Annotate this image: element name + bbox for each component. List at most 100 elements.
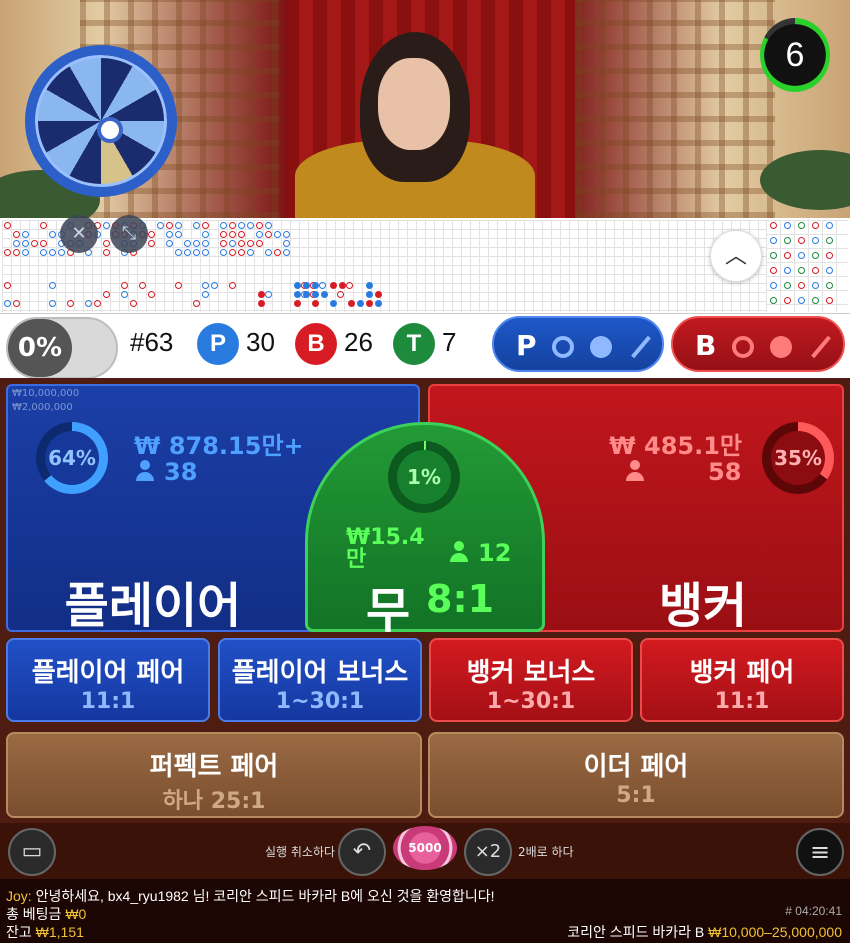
road-marker [784, 222, 791, 229]
road-marker [166, 222, 173, 229]
road-marker [826, 252, 833, 259]
collapse-road-icon[interactable]: ⤡ [110, 215, 148, 253]
road-marker [319, 282, 326, 289]
menu-icon[interactable]: ≡ [796, 828, 844, 876]
road-marker [265, 291, 272, 298]
road-marker [798, 237, 805, 244]
banker-pair-bet[interactable]: 뱅커 페어 11:1 [640, 638, 844, 722]
banker-predict-button[interactable]: B [671, 316, 845, 372]
either-pair-bet[interactable]: 이더 페어 5:1 [428, 732, 844, 818]
road-marker [166, 231, 173, 238]
road-marker [826, 282, 833, 289]
road-marker [238, 249, 245, 256]
road-marker [274, 231, 281, 238]
road-marker [784, 252, 791, 259]
perfect-pair-odds: 하나 25:1 [162, 789, 266, 814]
total-bet-value: ₩0 [65, 906, 87, 922]
road-marker [375, 291, 382, 298]
betting-table: ₩10,000,000 ₩2,000,000 64% ₩ 878.15만+ 38… [0, 378, 850, 823]
small-road-dot-icon [769, 336, 792, 358]
road-marker [826, 267, 833, 274]
road-marker [139, 282, 146, 289]
road-marker [265, 249, 272, 256]
big-road-circle-icon [552, 336, 575, 358]
road-marker [312, 300, 319, 307]
road-marker [121, 291, 128, 298]
round-number: #63 [130, 327, 174, 357]
tie-badge: T [393, 323, 435, 365]
road-marker [798, 282, 805, 289]
chip-value: 5000 [408, 841, 442, 855]
double-label: 2배로 하다 [518, 845, 574, 859]
chip-selector[interactable]: 5000 [393, 826, 457, 870]
road-marker [40, 249, 47, 256]
balance-value: ₩1,151 [35, 924, 84, 940]
road-marker [294, 291, 301, 298]
double-icon[interactable]: ×2 [464, 828, 512, 876]
road-marker [283, 240, 290, 247]
banker-pair-label: 뱅커 페어 [689, 658, 795, 688]
road-marker [202, 282, 209, 289]
road-marker [229, 240, 236, 247]
road-marker [798, 252, 805, 259]
road-marker [202, 291, 209, 298]
road-marker [184, 240, 191, 247]
expand-roadmap-button[interactable]: ︿ [710, 230, 762, 282]
chat-icon[interactable]: ▭ [8, 828, 56, 876]
road-marker [175, 231, 182, 238]
road-marker [22, 249, 29, 256]
road-marker [229, 231, 236, 238]
road-marker [58, 249, 65, 256]
road-marker [798, 267, 805, 274]
banker-count: 26 [344, 327, 373, 357]
road-marker [321, 291, 328, 298]
cockroach-slash-icon [630, 335, 651, 359]
road-marker [211, 282, 218, 289]
user-icon [134, 460, 156, 484]
dealer-face [378, 58, 450, 150]
banker-bonus-label: 뱅커 보너스 [466, 658, 596, 688]
player-predict-button[interactable]: P [492, 316, 664, 372]
road-marker [770, 237, 777, 244]
road-marker [40, 222, 47, 229]
banker-predict-label: B [695, 329, 717, 362]
road-marker [312, 282, 319, 289]
undo-label: 실행 취소하다 [265, 845, 336, 859]
player-pair-bet[interactable]: 플레이어 페어 11:1 [6, 638, 210, 722]
player-predict-label: P [516, 329, 537, 362]
road-marker [103, 291, 110, 298]
road-marker [265, 222, 272, 229]
road-marker [49, 282, 56, 289]
perfect-pair-bet[interactable]: 퍼펙트 페어 하나 25:1 [6, 732, 422, 818]
road-marker [283, 231, 290, 238]
chat-line: Joy: 안녕하세요, bx4_ryu1982 님! 코리안 스피드 바카라 B… [6, 886, 495, 906]
player-bonus-bet[interactable]: 플레이어 보너스 1~30:1 [218, 638, 422, 722]
limit-min: ₩2,000,000 [12, 402, 73, 413]
road-marker [94, 300, 101, 307]
undo-icon[interactable]: ↶ [338, 828, 386, 876]
road-marker [366, 291, 373, 298]
game-limits: ₩10,000–25,000,000 [708, 924, 842, 940]
road-marker [812, 267, 819, 274]
road-marker [13, 231, 20, 238]
road-marker [220, 249, 227, 256]
tie-count: 7 [442, 327, 457, 357]
road-marker [4, 282, 11, 289]
road-marker [770, 297, 777, 304]
road-marker [103, 249, 110, 256]
road-marker [258, 291, 265, 298]
progress-toggle[interactable]: 0% [6, 317, 118, 379]
road-marker [784, 237, 791, 244]
road-marker [202, 231, 209, 238]
road-marker [148, 291, 155, 298]
road-marker [193, 300, 200, 307]
road-marker [193, 222, 200, 229]
banker-percent-ring: 35% [762, 422, 834, 494]
close-road-icon[interactable]: ✕ [60, 215, 98, 253]
player-count: 38 [164, 458, 198, 486]
balance-label: 잔고 [6, 924, 32, 940]
player-badge: P [197, 323, 239, 365]
perfect-pair-label: 퍼펙트 페어 [149, 752, 279, 782]
road-marker [247, 240, 254, 247]
banker-bonus-bet[interactable]: 뱅커 보너스 1~30:1 [429, 638, 633, 722]
